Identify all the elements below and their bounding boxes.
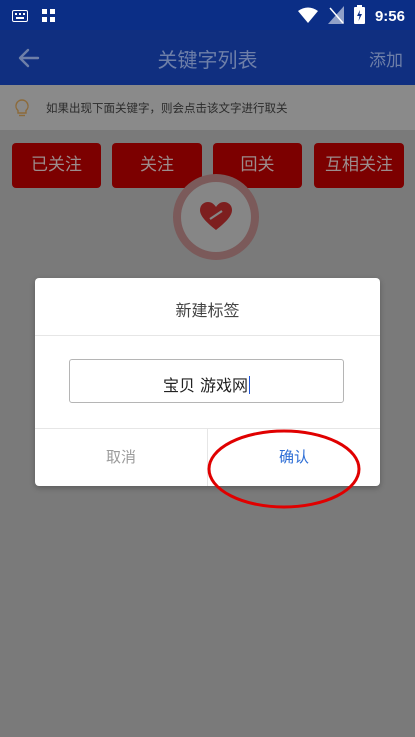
text-cursor	[249, 376, 251, 394]
hint-bar: 如果出现下面关键字，则会点击该文字进行取关	[0, 85, 415, 130]
grid-app-icon	[42, 7, 55, 26]
cancel-button[interactable]: 取消	[35, 428, 208, 486]
filter-button-followed[interactable]: 已关注	[12, 143, 101, 188]
confirm-button[interactable]: 确认	[208, 428, 380, 486]
filter-button-mutual[interactable]: 互相关注	[314, 143, 404, 188]
dialog-actions: 取消 确认	[35, 428, 380, 486]
status-time: 9:56	[374, 8, 405, 25]
new-tag-dialog: 新建标签 宝贝 游戏网 取消 确认	[35, 278, 380, 486]
app-bar: 关键字列表 添加	[0, 30, 415, 85]
tag-name-value: 宝贝 游戏网	[162, 376, 249, 395]
page-title: 关键字列表	[157, 48, 258, 72]
battery-charging-icon	[353, 5, 365, 28]
tag-name-input[interactable]: 宝贝 游戏网	[69, 359, 344, 403]
add-button[interactable]: 添加	[369, 46, 403, 71]
filter-button-follow[interactable]: 关注	[112, 143, 202, 188]
no-sim-icon	[327, 5, 344, 28]
wifi-icon	[297, 7, 318, 27]
keyboard-icon	[12, 7, 28, 26]
dialog-title: 新建标签	[175, 301, 240, 320]
favorite-fab[interactable]	[181, 182, 251, 252]
dialog-title-divider	[35, 335, 380, 336]
status-bar: 9:56	[0, 0, 415, 30]
hint-text: 如果出现下面关键字，则会点击该文字进行取关	[46, 101, 288, 115]
lightbulb-icon	[14, 99, 30, 121]
